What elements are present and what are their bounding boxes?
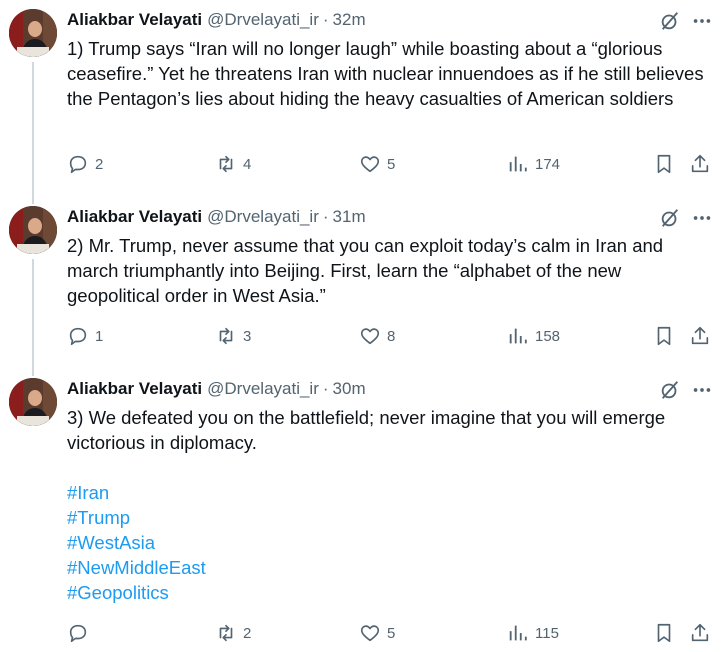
hashtag-link[interactable]: #NewMiddleEast — [67, 555, 717, 580]
separator-dot: · — [322, 10, 329, 29]
more-icon[interactable] — [691, 207, 713, 229]
views-button[interactable]: 115 — [507, 621, 559, 645]
repost-count: 3 — [243, 327, 252, 345]
tweet-header: Aliakbar Velayati @Drvelayati_ir · 30m — [67, 378, 366, 400]
action-bar: 2 5 115 — [67, 621, 717, 645]
views-icon — [509, 156, 527, 172]
repost-icon — [219, 327, 233, 345]
timestamp[interactable]: 30m — [333, 379, 366, 399]
like-button[interactable]: 5 — [359, 621, 395, 645]
like-button[interactable]: 8 — [359, 324, 395, 348]
hashtag-link[interactable]: #Trump — [67, 505, 717, 530]
grok-icon[interactable] — [659, 10, 681, 32]
views-icon — [509, 328, 527, 344]
repost-button[interactable]: 3 — [215, 324, 251, 348]
tweet-header: Aliakbar Velayati @Drvelayati_ir · 32m — [67, 9, 366, 31]
hashtag-link[interactable]: #Geopolitics — [67, 580, 717, 605]
tweet-text: 3) We defeated you on the battlefield; n… — [67, 405, 717, 605]
thread-line — [32, 62, 34, 204]
share-icon — [691, 326, 709, 345]
thread-line — [32, 259, 34, 376]
tweet-text-content: 2) Mr. Trump, never assume that you can … — [67, 235, 664, 306]
share-button[interactable] — [689, 152, 711, 176]
share-button[interactable] — [689, 324, 711, 348]
bookmark-button[interactable] — [653, 324, 675, 348]
timestamp[interactable]: 32m — [333, 10, 366, 30]
repost-button[interactable]: 4 — [215, 152, 251, 176]
avatar[interactable] — [9, 9, 57, 57]
author-name[interactable]: Aliakbar Velayati — [67, 10, 202, 30]
reply-icon — [69, 624, 87, 643]
hashtag-link[interactable]: #WestAsia — [67, 530, 717, 555]
like-button[interactable]: 5 — [359, 152, 395, 176]
bookmark-icon — [657, 154, 671, 174]
tweet-text-content: 3) We defeated you on the battlefield; n… — [67, 407, 666, 453]
separator-dot: · — [322, 379, 329, 398]
avatar[interactable] — [9, 206, 57, 254]
views-icon — [509, 625, 527, 641]
reply-button[interactable]: 2 — [67, 152, 103, 176]
tweet-header: Aliakbar Velayati @Drvelayati_ir · 31m — [67, 206, 366, 228]
like-icon — [360, 328, 380, 345]
repost-count: 2 — [243, 624, 252, 642]
reply-count: 2 — [95, 155, 104, 173]
reply-button[interactable]: 1 — [67, 324, 103, 348]
grok-icon[interactable] — [659, 207, 681, 229]
views-button[interactable]: 158 — [507, 324, 560, 348]
repost-icon — [219, 624, 233, 642]
bookmark-button[interactable] — [653, 621, 675, 645]
repost-count: 4 — [243, 155, 252, 173]
author-handle[interactable]: @Drvelayati_ir — [207, 10, 319, 30]
separator-dot: · — [322, 207, 329, 226]
bookmark-icon — [657, 623, 671, 643]
tweet-text: 1) Trump says “Iran will no longer laugh… — [67, 36, 717, 111]
reply-button[interactable] — [67, 621, 95, 645]
reply-count: 1 — [95, 327, 104, 345]
author-handle[interactable]: @Drvelayati_ir — [207, 207, 319, 227]
views-count: 158 — [535, 327, 561, 345]
like-count: 8 — [387, 327, 396, 345]
hashtag-link[interactable]: #Iran — [67, 480, 717, 505]
avatar[interactable] — [9, 378, 57, 426]
like-count: 5 — [387, 155, 396, 173]
action-bar: 2 4 5 174 — [67, 152, 717, 176]
like-icon — [360, 156, 380, 173]
repost-button[interactable]: 2 — [215, 621, 251, 645]
like-count: 5 — [387, 624, 396, 642]
views-count: 115 — [535, 624, 559, 642]
tweet-text-content: 1) Trump says “Iran will no longer laugh… — [67, 38, 704, 109]
tweet-text: 2) Mr. Trump, never assume that you can … — [67, 233, 717, 308]
reply-icon — [69, 155, 87, 174]
timestamp[interactable]: 31m — [333, 207, 366, 227]
views-count: 174 — [535, 155, 561, 173]
bookmark-button[interactable] — [653, 152, 675, 176]
share-icon — [691, 154, 709, 173]
repost-icon — [219, 155, 233, 173]
share-icon — [691, 623, 709, 642]
author-handle[interactable]: @Drvelayati_ir — [207, 379, 319, 399]
grok-icon[interactable] — [659, 379, 681, 401]
more-icon[interactable] — [691, 10, 713, 32]
views-button[interactable]: 174 — [507, 152, 560, 176]
action-bar: 1 3 8 158 — [67, 324, 717, 348]
author-name[interactable]: Aliakbar Velayati — [67, 207, 202, 227]
hashtag-list: #Iran #Trump #WestAsia #NewMiddleEast #G… — [67, 480, 717, 605]
share-button[interactable] — [689, 621, 711, 645]
reply-icon — [69, 327, 87, 346]
like-icon — [360, 625, 380, 642]
author-name[interactable]: Aliakbar Velayati — [67, 379, 202, 399]
more-icon[interactable] — [691, 379, 713, 401]
bookmark-icon — [657, 326, 671, 346]
